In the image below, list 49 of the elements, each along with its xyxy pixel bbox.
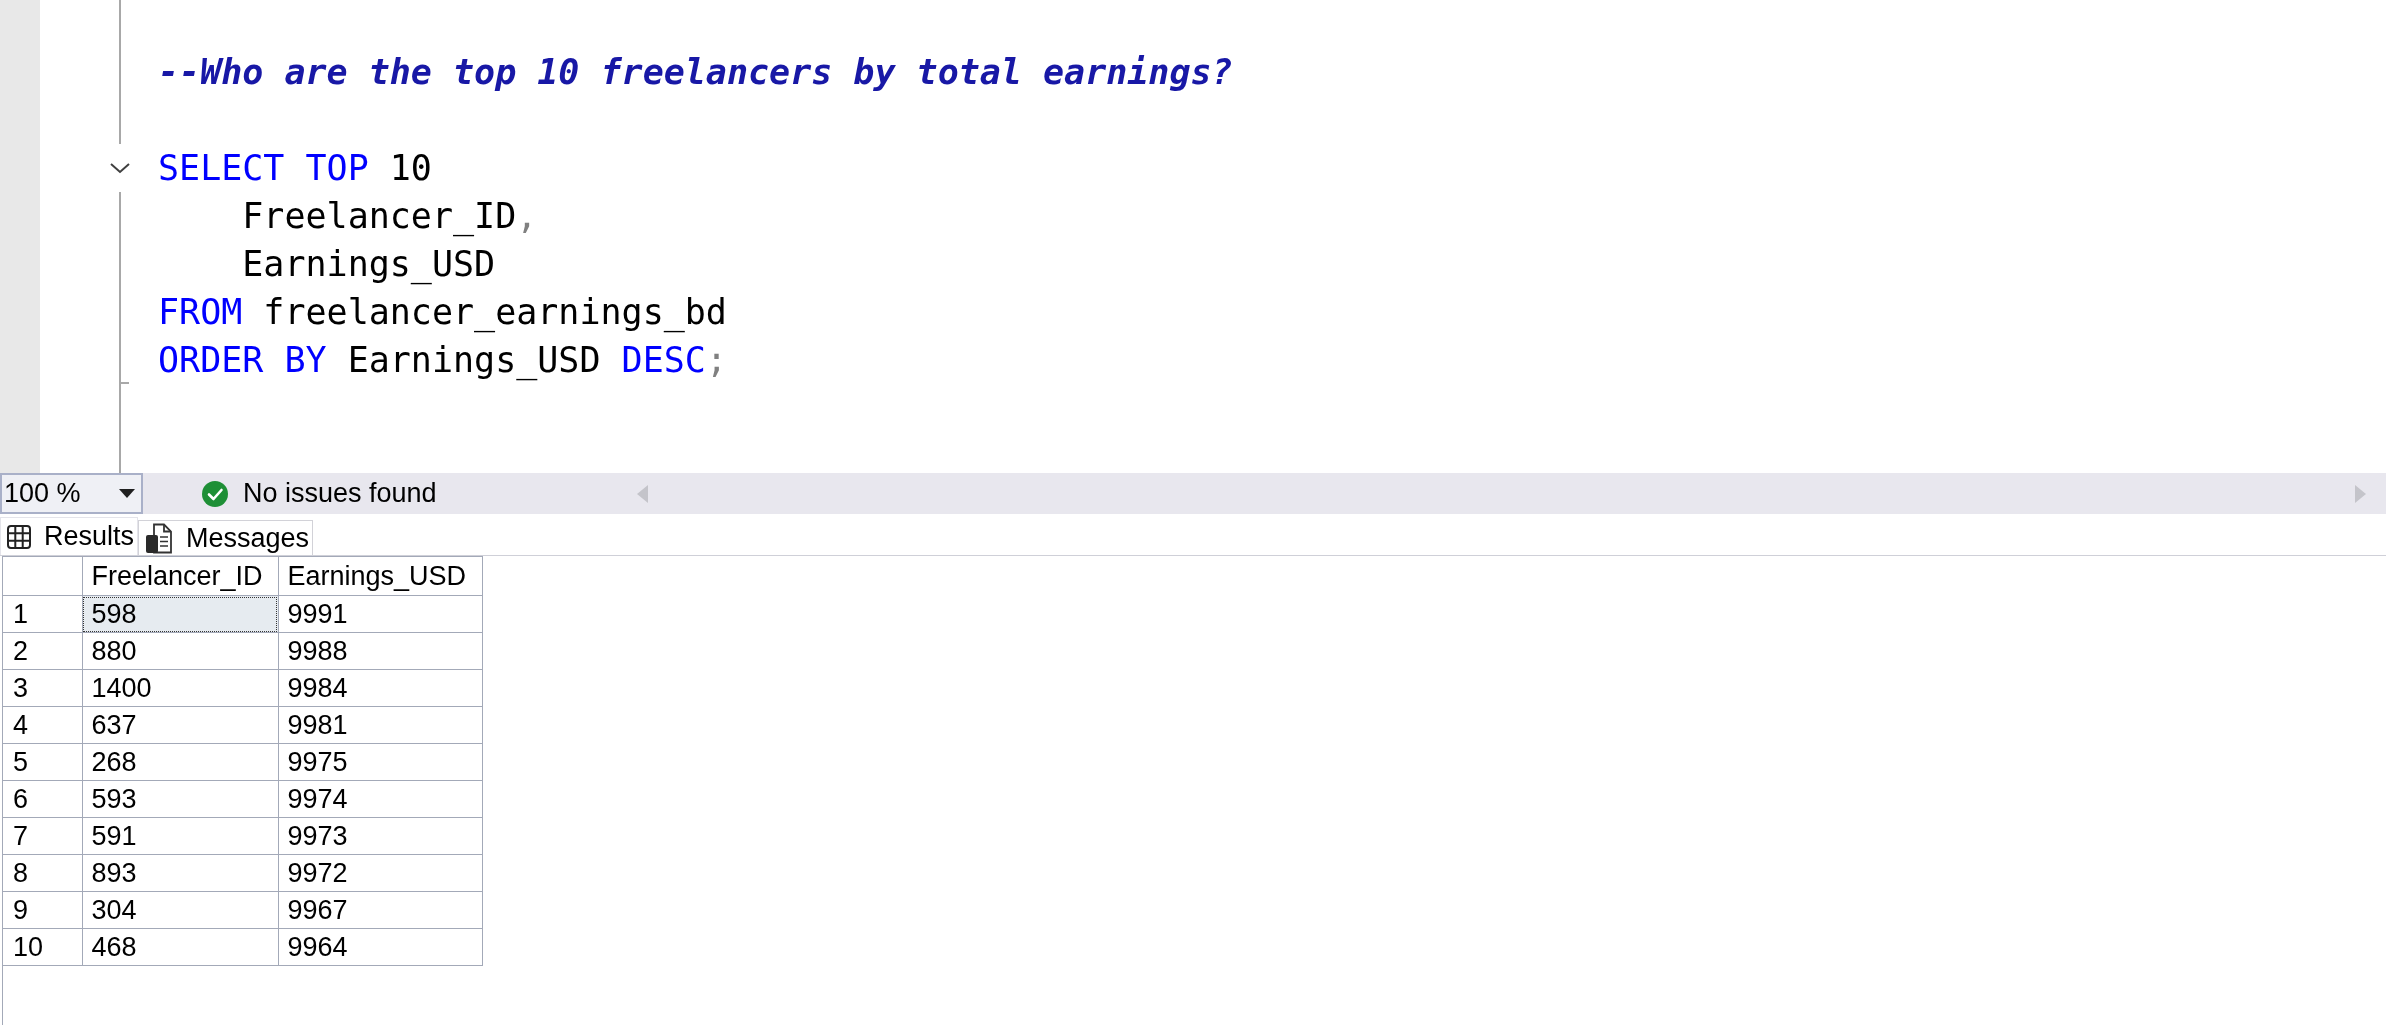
table-cell: 9975 <box>278 743 482 781</box>
status-message: No issues found <box>243 478 437 509</box>
tab[interactable]: Messages <box>138 520 314 555</box>
zoom-dropdown[interactable]: 100 % <box>0 473 143 514</box>
code-line: FROM freelancer_earnings_bd <box>158 291 727 335</box>
row-number: 5 <box>3 743 82 781</box>
table-cell: 1400 <box>82 669 278 707</box>
table-cell: 9964 <box>278 928 482 966</box>
row-number: 7 <box>3 817 82 855</box>
table-cell: 9973 <box>278 817 482 855</box>
chevron-down-icon[interactable] <box>109 162 131 174</box>
table-cell: 598 <box>82 595 278 633</box>
table-cell: 9984 <box>278 669 482 707</box>
column-header[interactable]: Freelancer_ID <box>82 556 278 596</box>
caret-icon <box>119 489 135 498</box>
row-number: 4 <box>3 706 82 744</box>
table-cell: 9991 <box>278 595 482 633</box>
code-line: Earnings_USD <box>242 243 496 287</box>
table-cell: 893 <box>82 854 278 892</box>
scroll-left-icon[interactable] <box>636 484 648 503</box>
code-line: --Who are the top 10 freelancers by total earnings? <box>158 51 1233 94</box>
table-cell: 9967 <box>278 891 482 929</box>
row-number: 3 <box>3 669 82 707</box>
table-cell: 637 <box>82 706 278 744</box>
code-line: Freelancer_ID, <box>242 195 538 239</box>
row-number: 10 <box>3 928 82 966</box>
grid-icon <box>7 524 31 549</box>
row-number: 8 <box>3 854 82 892</box>
row-number: 6 <box>3 780 82 818</box>
table-cell: 9988 <box>278 632 482 670</box>
table-cell: 9974 <box>278 780 482 818</box>
scroll-right-icon[interactable] <box>2355 484 2366 503</box>
table-cell: 880 <box>82 632 278 670</box>
table-cell: 593 <box>82 780 278 818</box>
row-number: 2 <box>3 632 82 670</box>
table-cell: 9972 <box>278 854 482 892</box>
document-icon <box>145 522 174 554</box>
tab[interactable]: Results <box>0 517 139 555</box>
code-line: ORDER BY Earnings_USD DESC; <box>158 339 727 383</box>
row-number: 1 <box>3 595 82 633</box>
code-line: SELECT TOP 10 <box>158 147 432 190</box>
table-cell: 304 <box>82 891 278 929</box>
check-icon <box>202 480 228 507</box>
table-cell: 268 <box>82 743 278 781</box>
row-number: 9 <box>3 891 82 929</box>
table-cell: 591 <box>82 817 278 855</box>
table-cell: 9981 <box>278 706 482 744</box>
column-header[interactable]: Earnings_USD <box>278 556 482 596</box>
table-cell: 468 <box>82 928 278 966</box>
